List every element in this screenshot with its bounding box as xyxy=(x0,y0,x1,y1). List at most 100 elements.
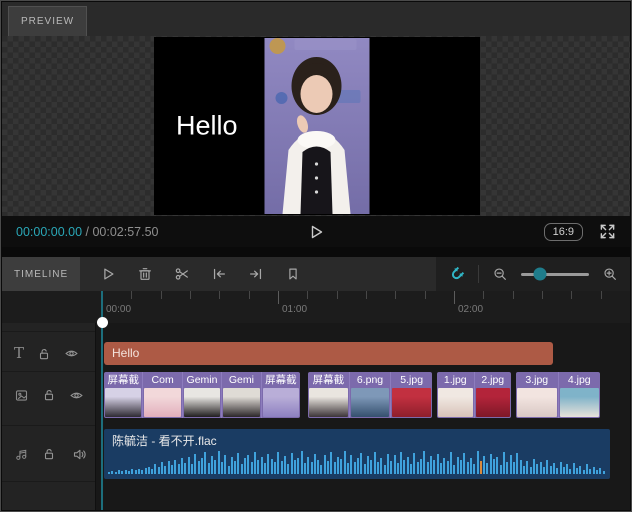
skip-to-end-icon xyxy=(250,268,262,280)
waveform-bar xyxy=(483,456,486,474)
aspect-ratio-button[interactable]: 16:9 xyxy=(543,222,583,241)
video-editor-window: PREVIEW Hello 00:00:00.00 / 00:02:57.50 … xyxy=(0,0,632,512)
ruler-tick xyxy=(278,291,279,304)
image-clip-group[interactable]: 屏幕截 6.png 5.jpg xyxy=(308,372,432,418)
waveform-bar xyxy=(320,465,323,474)
waveform-bar xyxy=(181,458,184,474)
waveform-bar xyxy=(496,457,499,474)
visibility-toggle[interactable] xyxy=(64,346,79,361)
waveform-bar xyxy=(360,453,363,474)
waveform-bar xyxy=(214,460,217,474)
marker-button[interactable] xyxy=(285,266,301,282)
image-clip-group[interactable]: 屏幕截 Com Gemin Gemi 屏幕截 xyxy=(104,372,300,418)
waveform-bar xyxy=(446,461,449,474)
playhead-handle[interactable] xyxy=(97,317,108,328)
waveform-bar xyxy=(161,462,164,474)
waveform-bar xyxy=(171,465,174,474)
tab-timeline[interactable]: TIMELINE xyxy=(2,257,81,291)
seek-start-button[interactable] xyxy=(211,266,227,282)
image-clip[interactable]: 屏幕截 xyxy=(104,372,144,418)
image-clip-thumbnail xyxy=(517,388,557,417)
zoom-in-button[interactable] xyxy=(602,266,618,282)
image-clip[interactable]: 4.jpg xyxy=(559,372,601,418)
waveform-bar xyxy=(493,459,496,474)
image-clip-label: 屏幕截 xyxy=(265,374,297,386)
timeline-zoom-slider[interactable] xyxy=(521,267,589,281)
waveform-bar xyxy=(513,462,516,474)
ruler-label: 01:00 xyxy=(282,304,308,315)
snap-toggle-button[interactable] xyxy=(448,266,465,283)
mute-toggle[interactable] xyxy=(72,447,87,462)
lock-toggle[interactable] xyxy=(42,447,56,461)
waveform-bar xyxy=(516,453,519,474)
image-clip[interactable]: 6.png xyxy=(350,372,392,418)
seek-end-button[interactable] xyxy=(248,266,264,282)
play-button[interactable] xyxy=(305,221,327,243)
bookmark-icon xyxy=(289,268,297,280)
image-clip[interactable]: 2.jpg xyxy=(475,372,512,418)
audio-clip[interactable]: 陈毓洁 - 看不开.flac xyxy=(104,429,610,479)
waveform-bar xyxy=(479,461,482,474)
waveform-bar xyxy=(114,472,117,474)
waveform-bar xyxy=(220,462,223,474)
waveform-bar xyxy=(290,453,293,474)
waveform-bar xyxy=(413,453,416,474)
waveform-bar xyxy=(330,452,333,474)
image-clip-group[interactable]: 1.jpg 2.jpg xyxy=(437,372,511,418)
tab-preview[interactable]: PREVIEW xyxy=(8,6,88,36)
waveform-bar xyxy=(463,453,466,474)
image-clip-label: Gemin xyxy=(186,374,218,386)
image-clip-thumbnail xyxy=(392,388,432,417)
waveform-bar xyxy=(430,456,433,474)
preview-text-overlay[interactable]: Hello xyxy=(176,111,238,142)
toolbar-divider xyxy=(478,265,479,283)
waveform-bar xyxy=(599,468,602,474)
image-clip-group[interactable]: 3.jpg 4.jpg xyxy=(516,372,600,418)
audio-clip-label: 陈毓洁 - 看不开.flac xyxy=(112,434,217,448)
timeline-body: 00:0001:0002:0003:00 T xyxy=(2,291,630,510)
waveform-bar xyxy=(423,451,426,474)
waveform-bar xyxy=(240,464,243,474)
waveform-bar xyxy=(307,457,310,474)
waveform-bar xyxy=(556,468,559,474)
timeline-ruler[interactable]: 00:0001:0002:0003:00 xyxy=(2,291,630,323)
image-clip[interactable]: Com xyxy=(143,372,183,418)
waveform-bar xyxy=(416,462,419,474)
timeline-play-button[interactable] xyxy=(100,266,116,282)
image-clip[interactable]: Gemin xyxy=(183,372,223,418)
zoom-slider-thumb[interactable] xyxy=(533,267,547,281)
image-clip[interactable]: Gemi xyxy=(222,372,262,418)
image-clip[interactable]: 1.jpg xyxy=(437,372,475,418)
waveform-bar xyxy=(164,466,167,474)
waveform-bar xyxy=(383,465,386,474)
waveform-bar xyxy=(596,470,599,474)
waveform-bar xyxy=(433,460,436,474)
lock-toggle[interactable] xyxy=(42,388,56,402)
waveform-bar xyxy=(526,461,529,474)
image-clip[interactable]: 3.jpg xyxy=(516,372,559,418)
delete-button[interactable] xyxy=(137,266,153,282)
fullscreen-button[interactable] xyxy=(599,223,616,240)
image-clip[interactable]: 屏幕截 xyxy=(262,372,300,418)
unlock-icon xyxy=(44,449,54,460)
waveform-bar xyxy=(141,470,144,474)
waveform-bar xyxy=(476,451,479,474)
zoom-out-button[interactable] xyxy=(492,266,508,282)
waveform-bar xyxy=(210,456,213,474)
time-separator: / xyxy=(82,224,93,239)
cut-button[interactable] xyxy=(174,266,190,282)
waveform-bar xyxy=(529,467,532,474)
visibility-toggle[interactable] xyxy=(69,388,84,403)
ruler-tick xyxy=(248,291,250,299)
trash-icon xyxy=(139,268,152,280)
track-lanes: Hello 屏幕截 Com Gemin Gemi 屏幕截 屏幕截 6.png 5.jpg 1.jp… xyxy=(96,323,630,510)
ruler-tick xyxy=(600,291,602,299)
waveform-bar xyxy=(370,460,373,474)
image-clip[interactable]: 屏幕截 xyxy=(308,372,350,418)
video-frame[interactable]: Hello xyxy=(154,37,480,215)
waveform-bar xyxy=(137,469,140,474)
image-clip[interactable]: 5.jpg xyxy=(391,372,432,418)
text-clip[interactable]: Hello xyxy=(104,342,553,365)
waveform-bar xyxy=(592,467,595,474)
lock-toggle[interactable] xyxy=(37,347,51,361)
